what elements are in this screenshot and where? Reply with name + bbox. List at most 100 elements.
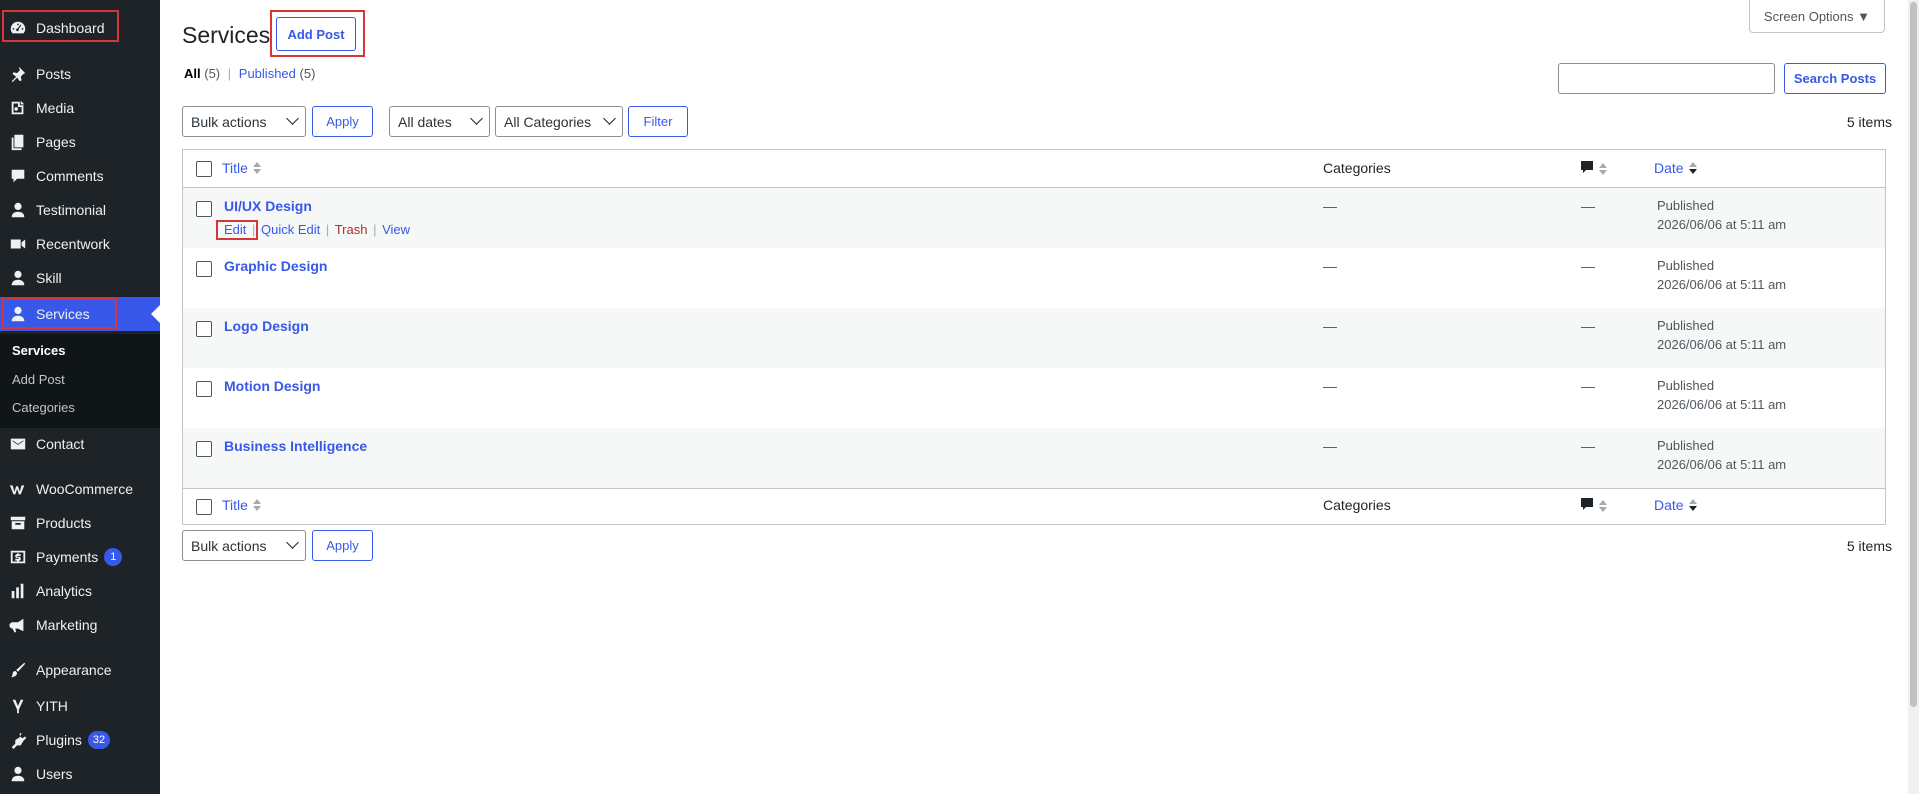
- sidebar-item-label: Testimonial: [36, 202, 107, 218]
- sidebar-item-pages[interactable]: Pages: [0, 125, 160, 159]
- sidebar-item-posts[interactable]: Posts: [0, 57, 160, 91]
- bulk-actions-value: Bulk actions: [191, 537, 267, 554]
- row-checkbox[interactable]: [196, 321, 212, 337]
- sort-icon: [1598, 499, 1608, 516]
- sidebar-item-payments[interactable]: Payments 1: [0, 540, 160, 574]
- sidebar-item-comments[interactable]: Comments: [0, 159, 160, 193]
- chevron-down-icon: [286, 536, 299, 549]
- sidebar-item-appearance[interactable]: Appearance: [0, 653, 160, 687]
- row-checkbox[interactable]: [196, 201, 212, 217]
- separator: |: [252, 222, 256, 237]
- post-title-link[interactable]: Graphic Design: [224, 258, 327, 274]
- submenu-item-services[interactable]: Services: [12, 343, 66, 358]
- table-row: Motion Design — — Published 2026/06/06 a…: [183, 368, 1885, 428]
- screen-options-button[interactable]: Screen Options ▼: [1748, 0, 1885, 33]
- column-title-header[interactable]: Title: [222, 160, 262, 178]
- apply-button[interactable]: Apply: [312, 106, 373, 137]
- bar-chart-icon: [8, 581, 28, 601]
- column-title-footer[interactable]: Title: [222, 497, 262, 515]
- add-post-button[interactable]: Add Post: [276, 17, 356, 51]
- row-comments: —: [1581, 438, 1595, 454]
- trash-link[interactable]: Trash: [335, 222, 368, 237]
- submenu-item-add-post[interactable]: Add Post: [12, 372, 65, 387]
- filter-button[interactable]: Filter: [628, 106, 688, 137]
- sidebar-item-recentwork[interactable]: Recentwork: [0, 227, 160, 261]
- row-checkbox[interactable]: [196, 261, 212, 277]
- scrollbar-thumb[interactable]: [1910, 2, 1917, 707]
- row-comments: —: [1581, 198, 1595, 214]
- view-link[interactable]: View: [382, 222, 410, 237]
- sidebar-item-dashboard[interactable]: Dashboard: [0, 11, 160, 45]
- sidebar-item-analytics[interactable]: Analytics: [0, 574, 160, 608]
- column-date-footer[interactable]: Date: [1654, 497, 1698, 515]
- sidebar-item-contact[interactable]: Contact: [0, 427, 160, 461]
- sidebar-item-label: Media: [36, 100, 75, 116]
- submenu-item-categories[interactable]: Categories: [12, 400, 75, 415]
- person-icon: [8, 764, 28, 784]
- sidebar-item-label: YITH: [36, 698, 68, 714]
- column-comments-footer[interactable]: [1580, 497, 1608, 516]
- mail-icon: [8, 434, 28, 454]
- sidebar-item-skill[interactable]: Skill: [0, 261, 160, 295]
- sidebar-item-marketing[interactable]: Marketing: [0, 608, 160, 642]
- column-title-label: Title: [222, 497, 248, 513]
- filter-published-link[interactable]: Published: [239, 66, 296, 81]
- sort-desc-icon: [1688, 161, 1698, 178]
- row-checkbox[interactable]: [196, 381, 212, 397]
- dates-select[interactable]: All dates: [389, 106, 490, 137]
- separator: |: [325, 222, 330, 237]
- filter-all-link[interactable]: All: [184, 66, 201, 81]
- sidebar-item-label: Comments: [36, 168, 104, 184]
- row-status: Published: [1657, 258, 1715, 273]
- row-checkbox[interactable]: [196, 441, 212, 457]
- person-icon: [8, 268, 28, 288]
- categories-select[interactable]: All Categories: [495, 106, 623, 137]
- sidebar-item-label: Products: [36, 515, 92, 531]
- quick-edit-link[interactable]: Quick Edit: [261, 222, 320, 237]
- media-icon: [8, 98, 28, 118]
- plugin-icon: [8, 730, 28, 750]
- sidebar-item-products[interactable]: Products: [0, 506, 160, 540]
- woocommerce-icon: [8, 479, 28, 499]
- video-icon: [8, 234, 28, 254]
- search-input[interactable]: [1558, 63, 1775, 94]
- page-title: Services: [182, 22, 271, 48]
- main-content: Services Add Post Screen Options ▼ All (…: [160, 0, 1919, 794]
- comment-bubble-icon: [1580, 498, 1594, 514]
- bulk-actions-select-bottom[interactable]: Bulk actions: [182, 530, 306, 561]
- post-title-link[interactable]: Motion Design: [224, 378, 320, 394]
- bulk-actions-select[interactable]: Bulk actions: [182, 106, 306, 137]
- post-title-link[interactable]: Business Intelligence: [224, 438, 367, 454]
- post-title-link[interactable]: UI/UX Design: [224, 198, 312, 214]
- sidebar-item-services[interactable]: Services: [0, 297, 160, 331]
- items-count: 5 items: [1846, 114, 1892, 130]
- table-row: Business Intelligence — — Published 2026…: [183, 428, 1885, 488]
- select-all-checkbox[interactable]: [196, 499, 212, 515]
- page-scrollbar[interactable]: [1908, 0, 1919, 794]
- sidebar-item-yith[interactable]: YITH: [0, 689, 160, 723]
- published-count: (5): [299, 66, 316, 81]
- sidebar-item-users[interactable]: Users: [0, 757, 160, 791]
- row-categories: —: [1323, 318, 1337, 334]
- sidebar-item-media[interactable]: Media: [0, 91, 160, 125]
- edit-link[interactable]: Edit: [224, 222, 246, 237]
- dates-value: All dates: [398, 113, 452, 130]
- sidebar-item-label: Payments: [36, 549, 99, 565]
- search-posts-button[interactable]: Search Posts: [1784, 63, 1886, 94]
- table-row: Graphic Design — — Published 2026/06/06 …: [183, 248, 1885, 308]
- post-title-link[interactable]: Logo Design: [224, 318, 309, 334]
- sidebar-item-testimonial[interactable]: Testimonial: [0, 193, 160, 227]
- sidebar-item-woocommerce[interactable]: WooCommerce: [0, 472, 160, 506]
- sidebar-item-label: Dashboard: [36, 20, 105, 36]
- column-title-label: Title: [222, 160, 248, 176]
- apply-button-bottom[interactable]: Apply: [312, 530, 373, 561]
- sidebar-item-plugins[interactable]: Plugins 32: [0, 723, 160, 757]
- column-comments-header[interactable]: [1580, 160, 1608, 179]
- sidebar-item-label: Plugins: [36, 732, 82, 748]
- dashboard-icon: [8, 18, 28, 38]
- sidebar-item-label: Users: [36, 766, 73, 782]
- select-all-checkbox[interactable]: [196, 161, 212, 177]
- row-comments: —: [1581, 378, 1595, 394]
- posts-table: Title Categories Date UI/UX Design Edit …: [182, 149, 1886, 525]
- column-date-header[interactable]: Date: [1654, 160, 1698, 178]
